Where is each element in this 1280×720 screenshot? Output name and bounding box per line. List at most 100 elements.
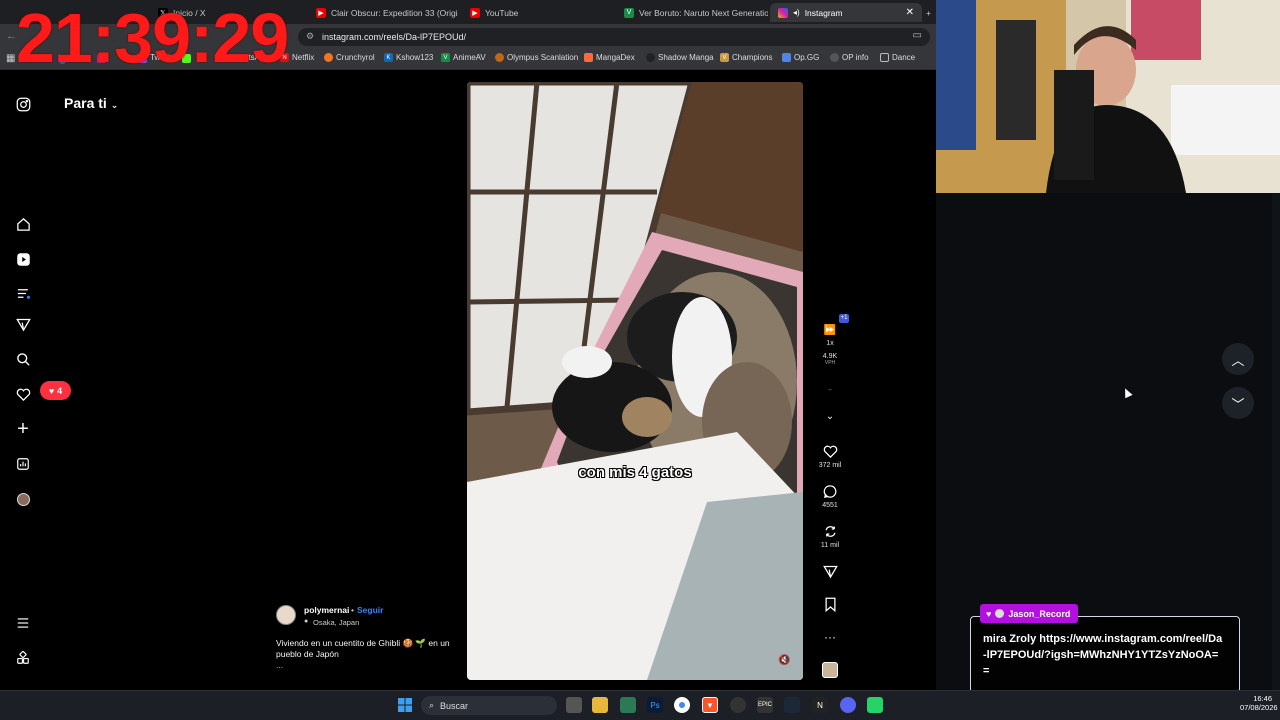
photoshop-icon[interactable]: Ps: [647, 697, 663, 713]
heart-icon: [814, 444, 846, 462]
bookmark-label: MangaDex: [596, 53, 635, 62]
bookmark-label: AnimeAV: [453, 53, 486, 62]
bookmark-mangadex[interactable]: MangaDex: [584, 53, 635, 62]
also-from-meta-icon[interactable]: [12, 647, 34, 669]
repost-count: 11 mil: [820, 542, 840, 549]
discord-icon[interactable]: [840, 697, 856, 713]
feed-filter-icon[interactable]: [12, 282, 34, 304]
share-button[interactable]: [814, 564, 846, 582]
next-reel-button[interactable]: ﹀: [1222, 387, 1254, 419]
bookmark-champions[interactable]: V Champions: [720, 53, 772, 62]
windows-start-icon[interactable]: [397, 697, 413, 713]
comment-button[interactable]: 4551: [814, 484, 846, 509]
bookmark-dance[interactable]: Dance: [880, 53, 915, 62]
bookmark-crunchyroll[interactable]: Crunchyrol: [324, 53, 375, 62]
comment-bubble-icon: [814, 484, 846, 502]
video-frame-image: [467, 82, 803, 680]
search-label: Buscar: [440, 700, 469, 711]
reel-video[interactable]: [467, 82, 803, 680]
brave-icon[interactable]: ▼: [702, 697, 718, 713]
bookmark-label: Kshow123: [396, 53, 434, 62]
cast-icon[interactable]: ▭: [913, 30, 922, 41]
comment-count: 4551: [822, 502, 838, 509]
previous-reel-button[interactable]: ︿: [1222, 343, 1254, 375]
crunchyroll-icon: [324, 53, 333, 62]
page-scrollbar[interactable]: [1272, 193, 1280, 690]
app-icon[interactable]: [620, 697, 636, 713]
more-options-button[interactable]: ···: [814, 628, 846, 646]
author-username[interactable]: polymernai: [304, 605, 349, 615]
author-avatar[interactable]: [276, 605, 296, 625]
site-info-icon[interactable]: ⚙: [306, 31, 314, 42]
bookmark-olympus[interactable]: Olympus Scanlation: [495, 53, 578, 62]
olympus-icon: [495, 53, 504, 62]
like-button[interactable]: 372 mil: [814, 444, 846, 469]
tab-instagram[interactable]: ◂) Instagram ✕: [770, 3, 922, 22]
bookmark-op-info[interactable]: OP info: [830, 53, 869, 62]
bookmark-label: Netflix: [292, 53, 315, 62]
author-location[interactable]: Osaka, Japan: [313, 618, 359, 627]
system-clock[interactable]: 16:46 07/08/2026: [1240, 694, 1278, 712]
notifications-badge[interactable]: ♥ 4: [40, 381, 71, 400]
url-field[interactable]: ⚙ instagram.com/reels/Da-lP7EPOUd/ ▭: [298, 28, 930, 46]
whatsapp-icon[interactable]: [867, 697, 883, 713]
taskbar-search[interactable]: ⌕ Buscar: [421, 696, 557, 715]
chevron-down-icon[interactable]: ⌄: [814, 408, 846, 426]
create-plus-icon[interactable]: +: [12, 418, 34, 440]
chevron-down-icon: ﹀: [1231, 396, 1245, 412]
dashboard-icon[interactable]: [12, 453, 34, 475]
audio-thumbnail[interactable]: [822, 662, 838, 678]
send-paper-plane-icon: [814, 564, 846, 582]
caption-more-button[interactable]: ...: [276, 660, 283, 670]
repost-icon: [814, 524, 846, 542]
animeav-icon: V: [624, 7, 634, 18]
feed-title: Para ti: [64, 95, 107, 111]
direct-messages-icon[interactable]: [12, 313, 34, 335]
file-explorer-icon[interactable]: [592, 697, 608, 713]
like-count: 372 mil: [818, 462, 842, 469]
reel-caption: Viviendo en un cuentito de Ghibli 🍪 🌱 en…: [276, 638, 450, 659]
search-icon: ⌕: [429, 700, 435, 710]
mute-speaker-icon[interactable]: 🔇: [778, 655, 792, 669]
bookmark-label: OP info: [842, 53, 869, 62]
folder-icon: [880, 53, 889, 62]
notifications-heart-icon[interactable]: [12, 383, 34, 405]
menu-hamburger-icon[interactable]: [12, 612, 34, 634]
notion-icon[interactable]: N: [812, 697, 828, 713]
speaker-icon: ◂): [793, 8, 800, 17]
obs-icon[interactable]: [730, 697, 746, 713]
tab-youtube[interactable]: ▶ YouTube: [462, 3, 612, 22]
chrome-icon[interactable]: [674, 697, 690, 713]
search-icon[interactable]: [12, 348, 34, 370]
home-icon[interactable]: [12, 213, 34, 235]
chat-username-tag: ♥ Jason_Record: [980, 604, 1079, 623]
repost-button[interactable]: 11 mil: [814, 524, 846, 549]
profile-avatar-icon[interactable]: [12, 488, 34, 510]
apps-grid-icon[interactable]: ▦: [6, 53, 15, 64]
tab-boruto[interactable]: V Ver Boruto: Naruto Next Generations: [616, 3, 768, 22]
bookmark-animeav[interactable]: V AnimeAV: [441, 53, 486, 62]
shadow-manga-icon: [646, 53, 655, 62]
bookmark-kshow[interactable]: K Kshow123: [384, 53, 433, 62]
playback-speed-value: 1x: [826, 340, 834, 347]
close-tab-icon[interactable]: ✕: [906, 7, 914, 18]
follow-button[interactable]: Seguir: [357, 605, 383, 615]
trend-graph-icon: ⌁: [827, 385, 833, 394]
save-button[interactable]: [814, 597, 846, 615]
instagram-logo-icon[interactable]: [12, 93, 34, 115]
notifications-count: 4: [57, 385, 63, 396]
heart-icon: ♥: [48, 385, 55, 396]
feed-selector[interactable]: Para ti ⌄: [64, 95, 118, 111]
location-pin-icon: ●: [304, 618, 309, 625]
steam-icon[interactable]: [784, 697, 800, 713]
reels-icon[interactable]: [12, 248, 34, 270]
tab-clair-obscur[interactable]: ▶ Clair Obscur: Expedition 33 (Original: [308, 3, 458, 22]
epic-games-icon[interactable]: EPIC: [757, 697, 773, 713]
bookmark-shadow-manga[interactable]: Shadow Manga: [646, 53, 714, 62]
instagram-icon: [778, 7, 788, 18]
chat-username: Jason_Record: [1008, 608, 1071, 619]
bookmark-opgg[interactable]: Op.GG: [782, 53, 819, 62]
vph-counter: 4.9K VPH: [814, 353, 846, 366]
playback-speed-control[interactable]: ⏩ 1x: [814, 322, 846, 347]
task-view-icon[interactable]: [566, 697, 582, 713]
